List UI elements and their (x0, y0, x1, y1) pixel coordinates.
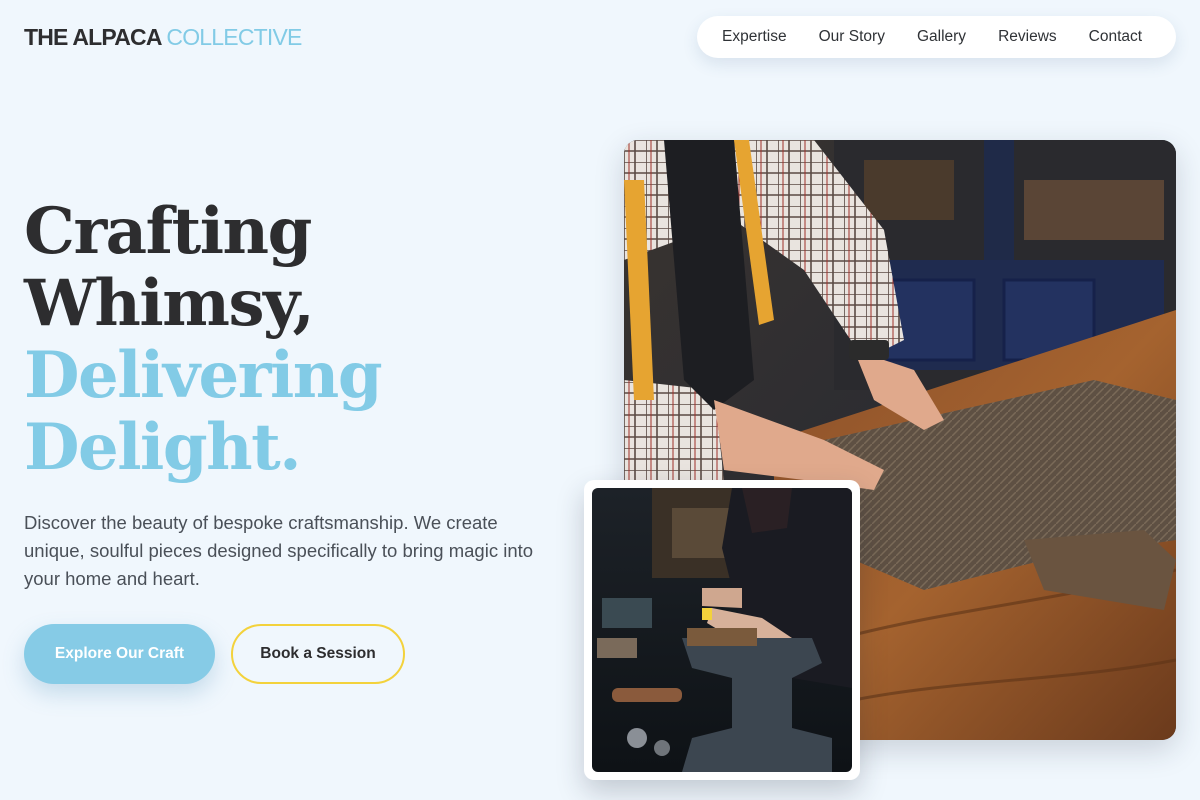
hero-headline-line2: Whimsy, (24, 266, 315, 341)
nav-item-expertise[interactable]: Expertise (722, 28, 787, 46)
hero-headline-line4: Delight. (24, 410, 301, 485)
nav-item-gallery[interactable]: Gallery (917, 28, 966, 46)
brand-logo[interactable]: THE ALPACA COLLECTIVE (24, 24, 302, 50)
artisan-workbench-photo (592, 488, 852, 772)
nav-item-our-story[interactable]: Our Story (819, 28, 885, 46)
nav-item-reviews[interactable]: Reviews (998, 28, 1057, 46)
hero-headline: Crafting Whimsy, Delivering Delight. (24, 194, 383, 485)
brand-logo-part2: COLLECTIVE (166, 24, 302, 50)
hero-description: Discover the beauty of bespoke craftsman… (24, 512, 534, 589)
hero-headline-line1: Crafting (24, 194, 312, 269)
inset-photo-frame (584, 480, 860, 780)
nav-item-contact[interactable]: Contact (1089, 28, 1142, 46)
explore-craft-button[interactable]: Explore Our Craft (24, 624, 215, 684)
book-session-button[interactable]: Book a Session (231, 624, 405, 684)
main-nav: Expertise Our Story Gallery Reviews Cont… (697, 16, 1176, 58)
brand-logo-part1: THE ALPACA (24, 24, 162, 50)
hero-headline-line3: Delivering (24, 338, 383, 413)
